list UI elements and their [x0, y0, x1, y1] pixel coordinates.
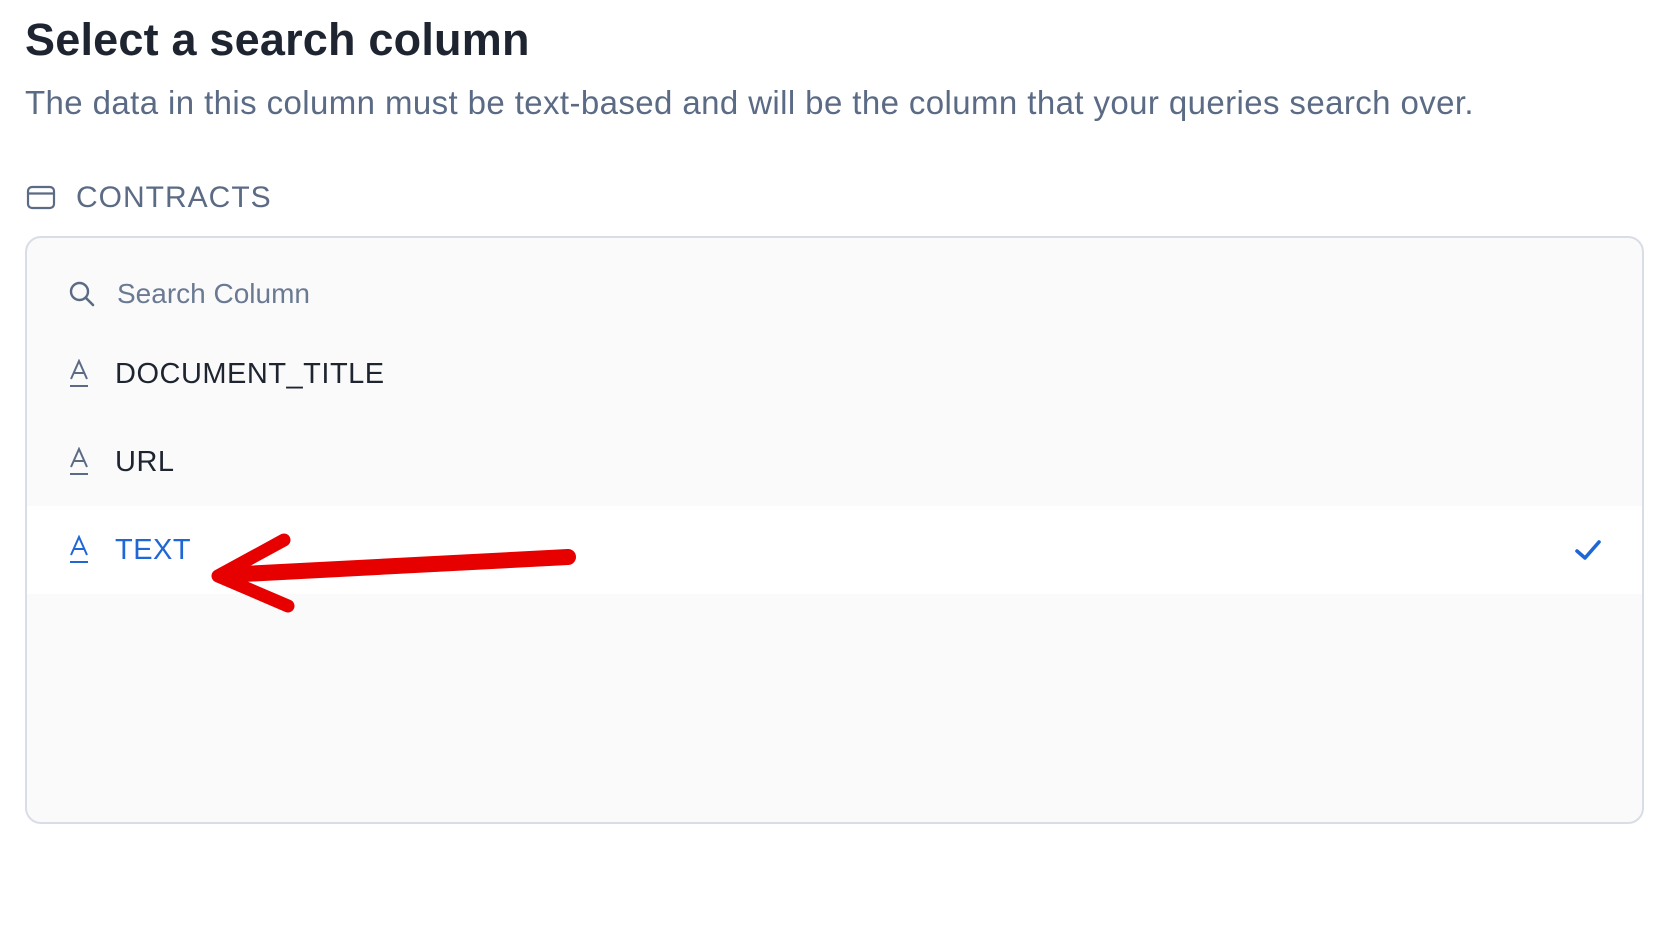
search-input[interactable]	[117, 278, 717, 310]
column-picker-panel: DOCUMENT_TITLE URL TEX	[25, 236, 1644, 824]
table-name: CONTRACTS	[76, 181, 272, 214]
column-list: DOCUMENT_TITLE URL TEXT	[27, 330, 1642, 594]
column-item-label: DOCUMENT_TITLE	[115, 357, 385, 390]
text-type-icon	[67, 534, 91, 566]
column-item-text[interactable]: TEXT	[27, 506, 1642, 594]
column-item-label: URL	[115, 445, 175, 478]
check-icon	[1575, 540, 1601, 560]
search-icon	[69, 281, 95, 307]
table-icon	[26, 185, 56, 210]
column-item-url[interactable]: URL	[27, 418, 1642, 506]
text-type-icon	[67, 358, 91, 390]
page: Select a search column The data in this …	[0, 0, 1664, 928]
page-title: Select a search column	[25, 14, 530, 65]
table-label: CONTRACTS	[26, 178, 272, 218]
search-bar	[67, 274, 717, 314]
column-item-document-title[interactable]: DOCUMENT_TITLE	[27, 330, 1642, 418]
text-type-icon	[67, 446, 91, 478]
column-item-label: TEXT	[115, 533, 192, 566]
page-subtitle: The data in this column must be text-bas…	[25, 84, 1474, 121]
